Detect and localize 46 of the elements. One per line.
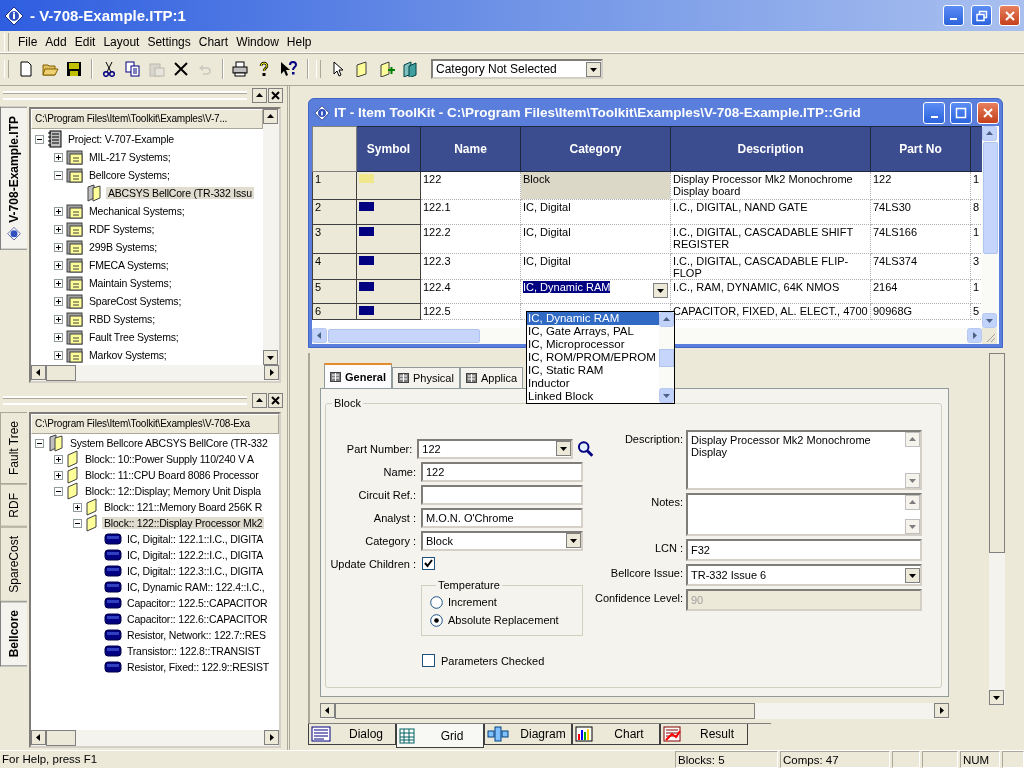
- field-label: Circuit Ref.:: [357, 488, 417, 501]
- field-label: Description:: [623, 432, 684, 445]
- table-cell: 122.3: [420, 253, 521, 280]
- field-label: Category :: [364, 534, 417, 547]
- table-cell: I.C., DIGITAL, CASCADABLE FLIP-FLOP: [670, 253, 871, 280]
- status-text: NUM: [960, 751, 1000, 768]
- table-cell: 122.5: [420, 303, 521, 320]
- table-cell: 74LS166: [870, 224, 971, 254]
- table-cell: 122: [420, 171, 521, 200]
- table-cell: 122.2: [420, 224, 521, 254]
- table-cell: Display Processor Mk2 Monochrome Display board: [670, 171, 871, 200]
- table-cell: IC, Digital: [520, 253, 671, 280]
- table-cell: I.C., DIGITAL, CASCADABLE SHIFT REGISTER: [670, 224, 871, 254]
- table-cell: IC, Digital: [520, 224, 671, 254]
- field-label: Notes:: [650, 495, 684, 508]
- checkbox-label: Parameters Checked: [441, 654, 545, 667]
- field-label: Bellcore Issue:: [609, 566, 684, 579]
- field-label: Name:: [382, 465, 417, 478]
- table-cell: 122.1: [420, 199, 521, 225]
- table-cell: 74LS30: [870, 199, 971, 225]
- status-text: For Help, press F1: [1, 752, 99, 767]
- table-cell: 122: [870, 171, 971, 200]
- window-title: IT - Item ToolKit - C:\Program Files\Item\Toolkit\Examples\V-708-Example.ITP::Grid: [334, 105, 861, 120]
- table-cell: 2164: [870, 279, 971, 304]
- table-cell: Block: [520, 171, 671, 200]
- table-cell: I.C., DIGITAL, NAND GATE: [670, 199, 871, 225]
- radio-label: Increment: [448, 596, 497, 608]
- table-cell: IC, Digital: [520, 199, 671, 225]
- field-label: Update Children :: [329, 557, 417, 570]
- table-cell: 122.4: [420, 279, 521, 304]
- status-text: Blocks: 5: [675, 751, 778, 768]
- field-label: LCN :: [653, 541, 684, 554]
- field-label: Part Number:: [345, 442, 414, 455]
- radio-label: Absolute Replacement: [448, 614, 559, 626]
- table-cell: I.C., RAM, DYNAMIC, 64K NMOS: [670, 279, 871, 304]
- table-cell: 74LS374: [870, 253, 971, 280]
- field-label: Analyst :: [372, 511, 417, 524]
- table-cell: 90968G: [870, 303, 971, 320]
- path-header: C:\Program Files\Item\Toolkit\Examples\V-7...: [31, 109, 263, 129]
- window-title: - V-708-Example.ITP:1: [30, 7, 186, 24]
- tab-label: V-708-Example.ITP: [7, 116, 21, 223]
- field-label: Confidence Level:: [594, 591, 684, 604]
- group-title: Block: [333, 397, 362, 409]
- status-text: Comps: 47: [780, 751, 890, 768]
- group-title: Temperature: [437, 579, 501, 591]
- path-header: C:\Program Files\Item\Toolkit\Examples\V-708-Exa: [31, 414, 279, 434]
